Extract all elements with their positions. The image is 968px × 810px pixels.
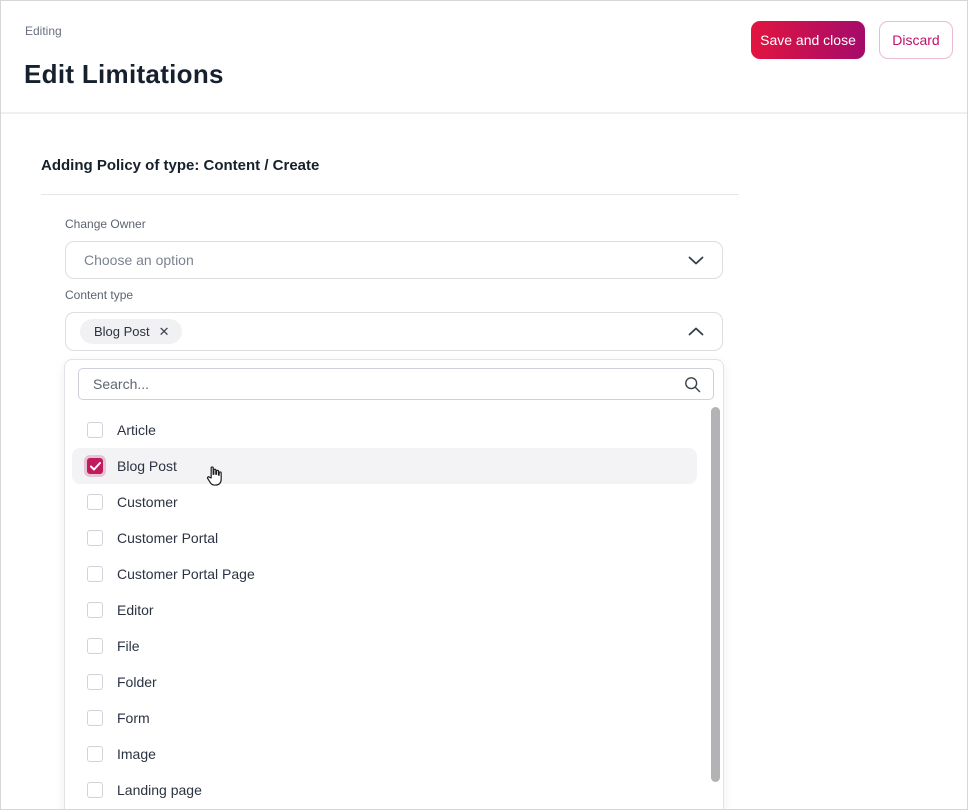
chip-label: Blog Post (94, 324, 150, 339)
page-title: Edit Limitations (24, 59, 224, 89)
content-type-list: Article Blog Post Customer Customer Port… (65, 412, 723, 808)
list-item-customer[interactable]: Customer (72, 484, 697, 520)
change-owner-select[interactable]: Choose an option (65, 241, 723, 279)
list-item-form[interactable]: Form (72, 700, 697, 736)
checkbox-unchecked[interactable] (87, 782, 103, 798)
header: Editing Edit Limitations Save and close … (1, 1, 967, 114)
change-owner-placeholder: Choose an option (84, 252, 194, 268)
selected-chip: Blog Post ✕ (80, 319, 182, 344)
checkbox-checked[interactable] (87, 458, 103, 474)
list-item-file[interactable]: File (72, 628, 697, 664)
content-type-dropdown-panel: Article Blog Post Customer Customer Port… (64, 359, 724, 809)
content-type-label: Content type (65, 288, 134, 302)
save-and-close-button[interactable]: Save and close (751, 21, 865, 59)
checkbox-unchecked[interactable] (87, 674, 103, 690)
chip-remove-icon[interactable]: ✕ (159, 325, 170, 338)
list-item-customer-portal-page[interactable]: Customer Portal Page (72, 556, 697, 592)
checkbox-unchecked[interactable] (87, 422, 103, 438)
checkbox-unchecked[interactable] (87, 530, 103, 546)
section-divider (41, 194, 739, 195)
checkbox-unchecked[interactable] (87, 746, 103, 762)
checkbox-unchecked[interactable] (87, 566, 103, 582)
list-item-article[interactable]: Article (72, 412, 697, 448)
list-item-image[interactable]: Image (72, 736, 697, 772)
search-icon (684, 376, 701, 393)
list-item-folder[interactable]: Folder (72, 664, 697, 700)
edit-limitations-dialog: Editing Edit Limitations Save and close … (0, 0, 968, 810)
list-item-blog-post[interactable]: Blog Post (72, 448, 697, 484)
change-owner-label: Change Owner (65, 217, 146, 231)
list-item-landing-page[interactable]: Landing page (72, 772, 697, 808)
list-item-editor[interactable]: Editor (72, 592, 697, 628)
checkbox-unchecked[interactable] (87, 710, 103, 726)
chevron-down-icon (688, 256, 704, 265)
scrollbar-thumb[interactable] (711, 407, 720, 782)
chevron-up-icon (688, 327, 704, 336)
search-input[interactable] (91, 375, 684, 393)
list-item-customer-portal[interactable]: Customer Portal (72, 520, 697, 556)
checkbox-unchecked[interactable] (87, 494, 103, 510)
content-type-select[interactable]: Blog Post ✕ (65, 312, 723, 351)
checkbox-unchecked[interactable] (87, 602, 103, 618)
discard-button[interactable]: Discard (879, 21, 953, 59)
search-field (78, 368, 714, 400)
breadcrumb: Editing (25, 24, 62, 38)
checkbox-unchecked[interactable] (87, 638, 103, 654)
section-title: Adding Policy of type: Content / Create (41, 157, 320, 174)
